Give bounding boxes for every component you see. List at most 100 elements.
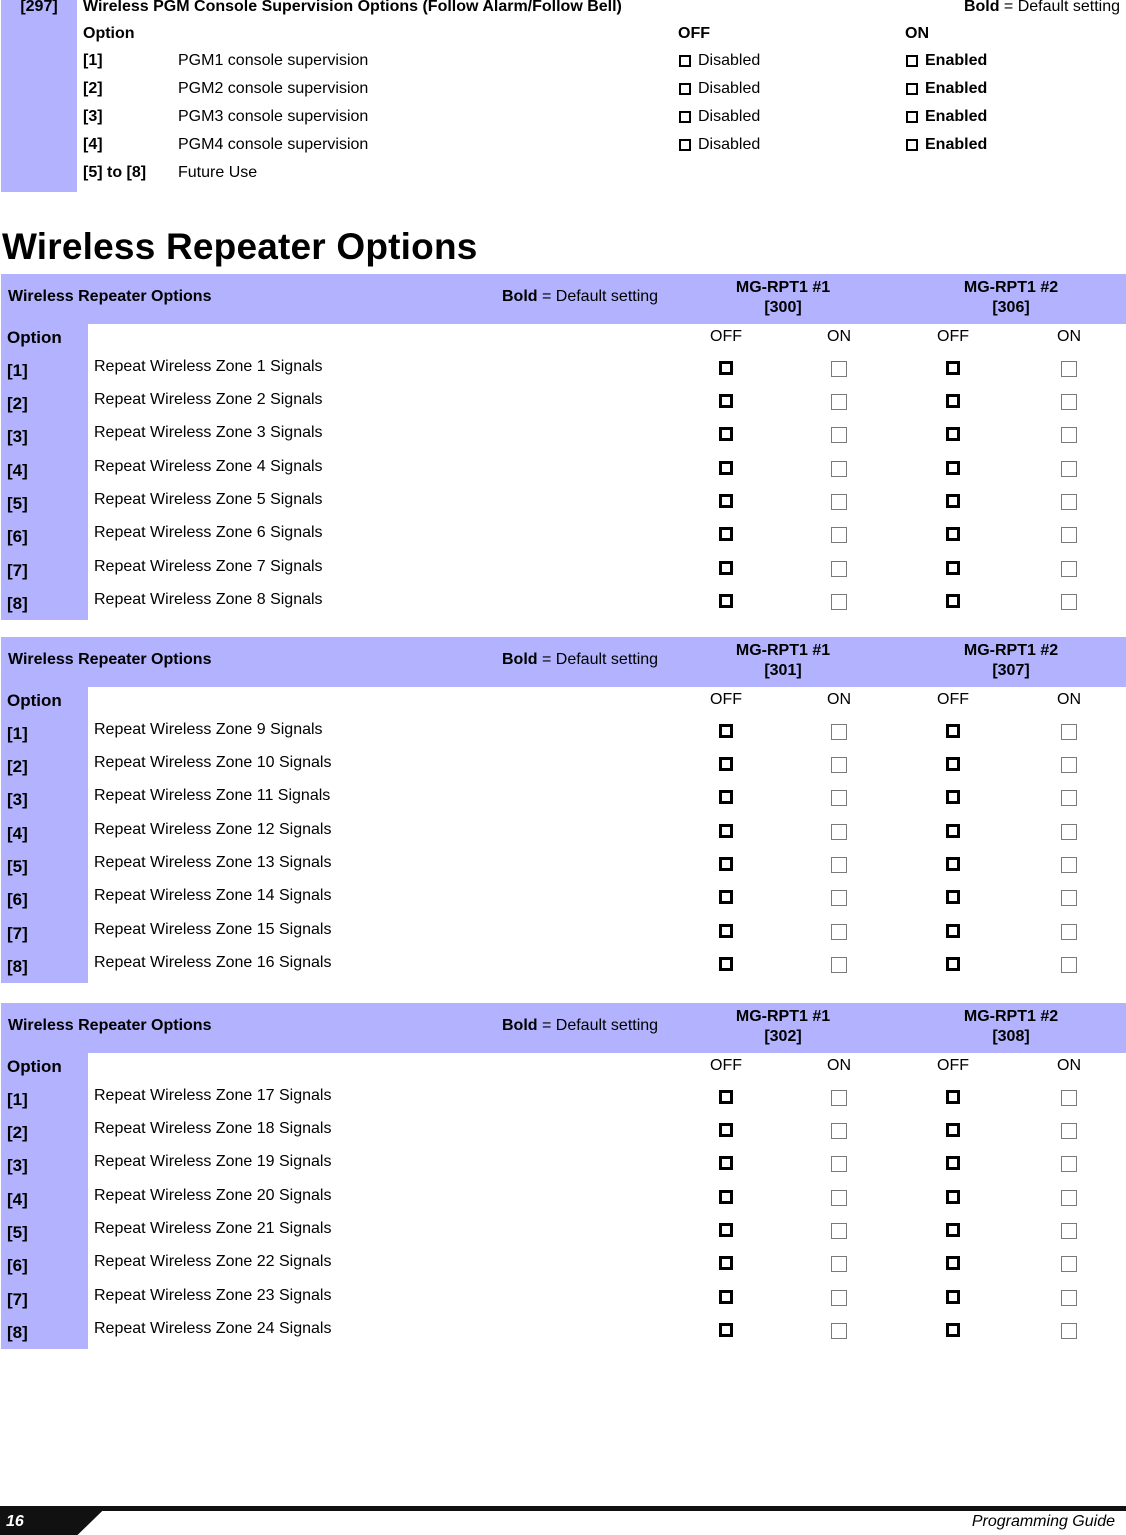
dev2-off-checkbox[interactable] (923, 724, 983, 738)
dev1-off-checkbox[interactable] (696, 461, 756, 475)
dev2-off-checkbox[interactable] (923, 361, 983, 375)
dev1-off-checkbox[interactable] (696, 857, 756, 871)
dev1-off-checkbox[interactable] (696, 527, 756, 541)
dev1-on-checkbox[interactable] (809, 1156, 869, 1172)
checkbox-icon[interactable] (679, 83, 691, 95)
on-choice[interactable]: Enabled (906, 80, 987, 98)
dev2-on-checkbox[interactable] (1039, 1190, 1099, 1206)
dev1-off-checkbox[interactable] (696, 957, 756, 971)
dev1-off-checkbox[interactable] (696, 1090, 756, 1104)
dev2-on-checkbox[interactable] (1039, 957, 1099, 973)
dev1-on-checkbox[interactable] (809, 890, 869, 906)
dev2-off-checkbox[interactable] (923, 1256, 983, 1270)
dev1-off-checkbox[interactable] (696, 890, 756, 904)
dev1-on-checkbox[interactable] (809, 757, 869, 773)
dev1-off-checkbox[interactable] (696, 1223, 756, 1237)
dev2-on-checkbox[interactable] (1039, 890, 1099, 906)
dev1-off-checkbox[interactable] (696, 361, 756, 375)
dev2-off-checkbox[interactable] (923, 1190, 983, 1204)
dev2-on-checkbox[interactable] (1039, 594, 1099, 610)
dev1-on-checkbox[interactable] (809, 924, 869, 940)
dev1-off-checkbox[interactable] (696, 1156, 756, 1170)
dev2-on-checkbox[interactable] (1039, 1123, 1099, 1139)
off-choice[interactable]: Disabled (679, 80, 760, 98)
dev2-on-checkbox[interactable] (1039, 1090, 1099, 1106)
dev2-on-checkbox[interactable] (1039, 1290, 1099, 1306)
dev1-on-checkbox[interactable] (809, 1123, 869, 1139)
dev2-off-checkbox[interactable] (923, 1156, 983, 1170)
dev2-off-checkbox[interactable] (923, 824, 983, 838)
dev1-on-checkbox[interactable] (809, 724, 869, 740)
checkbox-icon[interactable] (679, 139, 691, 151)
dev1-on-checkbox[interactable] (809, 494, 869, 510)
off-choice[interactable]: Disabled (679, 52, 760, 70)
checkbox-icon[interactable] (906, 83, 918, 95)
dev1-off-checkbox[interactable] (696, 427, 756, 441)
dev1-on-checkbox[interactable] (809, 790, 869, 806)
dev1-on-checkbox[interactable] (809, 361, 869, 377)
dev1-off-checkbox[interactable] (696, 394, 756, 408)
checkbox-icon[interactable] (906, 111, 918, 123)
dev1-on-checkbox[interactable] (809, 857, 869, 873)
dev1-on-checkbox[interactable] (809, 957, 869, 973)
dev2-on-checkbox[interactable] (1039, 790, 1099, 806)
checkbox-icon[interactable] (906, 55, 918, 67)
dev2-on-checkbox[interactable] (1039, 527, 1099, 543)
dev2-off-checkbox[interactable] (923, 924, 983, 938)
on-choice[interactable]: Enabled (906, 136, 987, 154)
on-choice[interactable]: Enabled (906, 52, 987, 70)
dev2-off-checkbox[interactable] (923, 461, 983, 475)
dev2-on-checkbox[interactable] (1039, 561, 1099, 577)
dev1-on-checkbox[interactable] (809, 1090, 869, 1106)
dev1-off-checkbox[interactable] (696, 1256, 756, 1270)
dev1-on-checkbox[interactable] (809, 561, 869, 577)
dev2-off-checkbox[interactable] (923, 594, 983, 608)
dev1-off-checkbox[interactable] (696, 757, 756, 771)
dev2-off-checkbox[interactable] (923, 1290, 983, 1304)
checkbox-icon[interactable] (679, 55, 691, 67)
dev1-off-checkbox[interactable] (696, 790, 756, 804)
dev1-on-checkbox[interactable] (809, 394, 869, 410)
dev2-off-checkbox[interactable] (923, 790, 983, 804)
dev1-off-checkbox[interactable] (696, 594, 756, 608)
dev1-off-checkbox[interactable] (696, 1323, 756, 1337)
dev1-on-checkbox[interactable] (809, 1323, 869, 1339)
dev1-on-checkbox[interactable] (809, 1290, 869, 1306)
dev2-on-checkbox[interactable] (1039, 1256, 1099, 1272)
checkbox-icon[interactable] (906, 139, 918, 151)
dev2-on-checkbox[interactable] (1039, 1223, 1099, 1239)
dev1-on-checkbox[interactable] (809, 594, 869, 610)
dev1-on-checkbox[interactable] (809, 824, 869, 840)
dev2-off-checkbox[interactable] (923, 394, 983, 408)
dev1-on-checkbox[interactable] (809, 527, 869, 543)
off-choice[interactable]: Disabled (679, 108, 760, 126)
off-choice[interactable]: Disabled (679, 136, 760, 154)
dev2-off-checkbox[interactable] (923, 427, 983, 441)
dev1-on-checkbox[interactable] (809, 461, 869, 477)
dev1-off-checkbox[interactable] (696, 1123, 756, 1137)
dev2-on-checkbox[interactable] (1039, 724, 1099, 740)
dev1-off-checkbox[interactable] (696, 724, 756, 738)
dev1-on-checkbox[interactable] (809, 1256, 869, 1272)
dev2-on-checkbox[interactable] (1039, 924, 1099, 940)
dev2-on-checkbox[interactable] (1039, 1323, 1099, 1339)
dev2-on-checkbox[interactable] (1039, 394, 1099, 410)
dev1-off-checkbox[interactable] (696, 1290, 756, 1304)
dev2-off-checkbox[interactable] (923, 494, 983, 508)
dev1-off-checkbox[interactable] (696, 924, 756, 938)
dev2-on-checkbox[interactable] (1039, 824, 1099, 840)
dev1-off-checkbox[interactable] (696, 824, 756, 838)
dev1-off-checkbox[interactable] (696, 1190, 756, 1204)
dev2-off-checkbox[interactable] (923, 1123, 983, 1137)
dev2-on-checkbox[interactable] (1039, 361, 1099, 377)
on-choice[interactable]: Enabled (906, 108, 987, 126)
dev1-off-checkbox[interactable] (696, 494, 756, 508)
dev2-off-checkbox[interactable] (923, 1323, 983, 1337)
dev2-on-checkbox[interactable] (1039, 1156, 1099, 1172)
dev1-off-checkbox[interactable] (696, 561, 756, 575)
dev1-on-checkbox[interactable] (809, 1223, 869, 1239)
dev2-off-checkbox[interactable] (923, 757, 983, 771)
dev2-on-checkbox[interactable] (1039, 494, 1099, 510)
dev2-off-checkbox[interactable] (923, 957, 983, 971)
dev1-on-checkbox[interactable] (809, 427, 869, 443)
